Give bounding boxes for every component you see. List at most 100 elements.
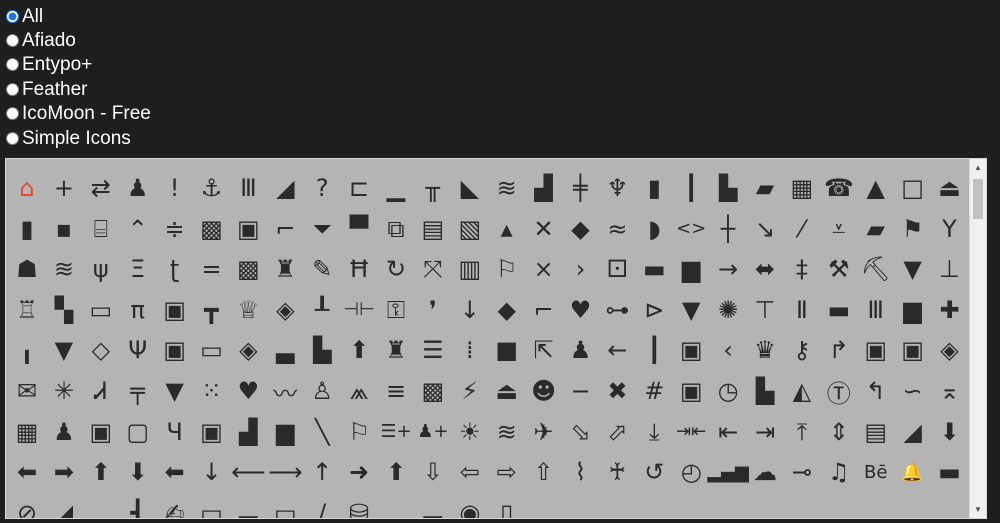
phone2-icon[interactable]: ▯ [488, 494, 526, 518]
pencil-icon[interactable]: ⁄ [783, 210, 821, 248]
user-add-icon[interactable]: ♟+ [414, 413, 452, 451]
filter-label-entypo[interactable]: Entypo+ [22, 55, 92, 74]
pause-icon[interactable]: Ⅱ [783, 291, 821, 329]
shrink-icon[interactable]: ⇥⇤ [672, 413, 710, 451]
robot-icon[interactable]: ▣ [857, 331, 895, 369]
chevron-left-icon[interactable]: ‹ [709, 331, 747, 369]
eject2-icon[interactable]: ⏏ [488, 372, 526, 410]
filter-radio-afiado[interactable] [6, 34, 19, 48]
arrow-down-right-icon[interactable]: ↘ [746, 210, 784, 248]
block-icon[interactable]: ▩ [414, 372, 452, 410]
tag-icon[interactable]: ⊏ [340, 169, 378, 207]
paperclip-icon[interactable]: ⌇ [562, 453, 600, 491]
circle-arrow-up-icon[interactable]: ⇧ [525, 453, 563, 491]
archive-icon[interactable]: ▆ [266, 413, 304, 451]
text-box-icon[interactable]: Ⓣ [820, 372, 858, 410]
arrow-left-icon[interactable]: ← [598, 331, 636, 369]
drop-icon[interactable]: ☁ [746, 453, 784, 491]
stamp-icon[interactable]: ▂ [82, 494, 120, 518]
align-icon[interactable]: ⊤ [746, 291, 784, 329]
trend-icon[interactable]: ⌃ [119, 210, 157, 248]
checker-icon[interactable]: ▩ [193, 210, 231, 248]
filter-option-feather[interactable]: Feather [6, 77, 151, 101]
castle-icon[interactable]: ♜ [266, 250, 304, 288]
dumbbell-icon[interactable]: ⊣⊢ [340, 291, 378, 329]
arrow-up-plain-icon[interactable]: ⬆ [377, 453, 415, 491]
filter-radio-entypo[interactable] [6, 58, 19, 72]
card-icon[interactable]: ▬ [820, 291, 858, 329]
arrow-down-bold-icon[interactable]: ⬇ [931, 413, 969, 451]
building-icon[interactable]: ▦ [8, 413, 46, 451]
home-icon[interactable]: ⌂ [8, 169, 46, 207]
circle-arrow-down-icon[interactable]: ⇩ [414, 453, 452, 491]
toolbox-icon[interactable]: ▃ [229, 494, 267, 518]
landing-icon[interactable]: ⬂ [562, 413, 600, 451]
chart-icon[interactable]: ▟ [525, 169, 563, 207]
heart2-icon[interactable]: ♥ [229, 372, 267, 410]
bench-icon[interactable]: ╤ [119, 372, 157, 410]
equalizer-icon[interactable]: ┃ [635, 331, 673, 369]
folder-icon[interactable]: ▰ [746, 169, 784, 207]
bell2-icon[interactable]: 🔔 [894, 453, 932, 491]
tag-label-icon[interactable]: ⊸ [783, 453, 821, 491]
merge-icon[interactable]: ⊳ [635, 291, 673, 329]
plug-icon[interactable]: ▼ [45, 331, 83, 369]
frame-icon[interactable]: ⌸ [82, 210, 120, 248]
diamond-arrows-icon[interactable]: ⬌ [746, 250, 784, 288]
circle-arrow-right-icon[interactable]: ⇨ [488, 453, 526, 491]
history-icon[interactable]: ◴ [672, 453, 710, 491]
arrow-left-bold2-icon[interactable]: ⬅ [156, 453, 194, 491]
inbox-icon[interactable]: ▤ [857, 413, 895, 451]
vertical-align-icon[interactable]: ⇕ [820, 413, 858, 451]
puzzle-icon[interactable]: ▚ [45, 291, 83, 329]
fork-icon[interactable]: ⊶ [598, 291, 636, 329]
download-icon[interactable]: ⩡ [820, 210, 858, 248]
wave-icon[interactable]: ≋ [488, 169, 526, 207]
layout-icon[interactable]: ▭ [193, 494, 231, 518]
label-icon[interactable]: ◈ [266, 291, 304, 329]
bed-icon[interactable]: ▙ [303, 331, 341, 369]
ban-icon[interactable]: ⊘ [8, 494, 46, 518]
minus-icon[interactable]: − [562, 372, 600, 410]
shield2-icon[interactable]: ▼ [156, 372, 194, 410]
chair-icon[interactable]: Ꮧ [82, 372, 120, 410]
filter-radio-icomoon[interactable] [6, 107, 19, 121]
crop-icon[interactable]: ⌐ [266, 210, 304, 248]
factory-icon[interactable]: ▙ [709, 169, 747, 207]
waves2-icon[interactable]: ≋ [488, 413, 526, 451]
save-icon[interactable]: ▰ [857, 210, 895, 248]
rotate-square-icon[interactable]: ◇ [82, 331, 120, 369]
plus-icon[interactable]: + [45, 169, 83, 207]
signal-icon[interactable]: ◢ [266, 169, 304, 207]
date-icon[interactable]: ▣ [894, 331, 932, 369]
signpost-icon[interactable]: ♟ [562, 331, 600, 369]
axe-icon[interactable]: ⛏ [857, 250, 895, 288]
arrow-up-icon[interactable]: ⬆ [340, 331, 378, 369]
scroll-thumb[interactable] [973, 179, 983, 219]
pin-icon[interactable]: ♆ [598, 169, 636, 207]
dice-icon[interactable]: ⚀ [598, 250, 636, 288]
arrow-left-bold-icon[interactable]: ⬅ [8, 453, 46, 491]
hook-icon[interactable]: ʈ [156, 250, 194, 288]
arrow-right-icon[interactable]: → [709, 250, 747, 288]
flag2-icon[interactable]: ⚐ [488, 250, 526, 288]
exclamation-icon[interactable]: ! [156, 169, 194, 207]
calendar-icon[interactable]: ▩ [229, 250, 267, 288]
cocktail-icon[interactable]: Y [931, 210, 969, 248]
crown2-icon[interactable]: ♛ [746, 331, 784, 369]
loop-icon[interactable]: ↺ [635, 453, 673, 491]
zoom-icon[interactable]: ◣ [451, 169, 489, 207]
table-icon[interactable]: ╥ [414, 169, 452, 207]
audio-icon[interactable]: ┃ [672, 169, 710, 207]
filter-option-icomoon[interactable]: IcoMoon - Free [6, 102, 151, 126]
mountain-icon[interactable]: ▴ [488, 210, 526, 248]
filter-option-afiado[interactable]: Afiado [6, 28, 151, 52]
redo-icon[interactable]: ↱ [820, 331, 858, 369]
brightness-icon[interactable]: ☀ [451, 413, 489, 451]
arrow-down-icon[interactable]: ↓ [451, 291, 489, 329]
takeoff-icon[interactable]: ⬀ [598, 413, 636, 451]
file-icon[interactable]: ▤ [414, 210, 452, 248]
shop-icon[interactable]: Ⅲ [857, 291, 895, 329]
wrench-icon[interactable]: ⚷ [783, 331, 821, 369]
peak-icon[interactable]: ⩕ [340, 372, 378, 410]
